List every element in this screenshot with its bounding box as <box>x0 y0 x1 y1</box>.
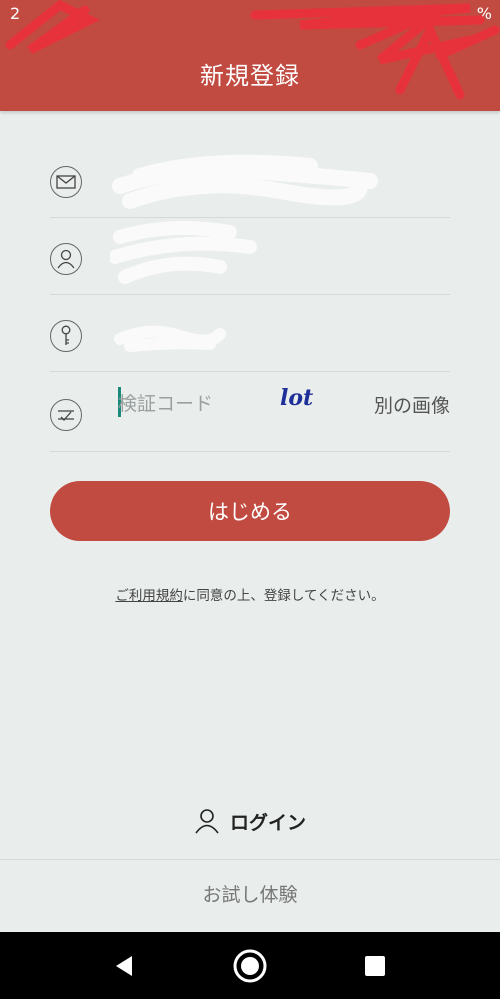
terms-agreement: ご利用規約に同意の上、登録してください。 <box>0 584 500 604</box>
key-icon <box>50 320 82 352</box>
email-field-row[interactable] <box>50 140 450 218</box>
recents-icon[interactable] <box>360 949 390 983</box>
person-icon <box>50 243 82 275</box>
terms-link[interactable]: ご利用規約 <box>115 588 183 604</box>
captcha-image[interactable]: lot <box>280 381 320 415</box>
captcha-icon <box>50 399 82 431</box>
login-button[interactable]: ログイン <box>0 800 500 842</box>
person-icon <box>195 809 219 834</box>
redacted-username-value <box>110 221 257 284</box>
trial-button[interactable]: お試し体験 <box>0 880 500 907</box>
terms-agreement-text: に同意の上、登録してください。 <box>182 588 385 604</box>
captcha-field-row: lot 別の画像 <box>50 371 450 452</box>
login-label: ログイン <box>229 811 306 834</box>
captcha-input[interactable] <box>118 389 238 419</box>
start-button[interactable]: はじめる <box>50 481 450 541</box>
refresh-captcha-link[interactable]: 別の画像 <box>374 391 450 418</box>
home-icon[interactable] <box>231 949 269 987</box>
navigation-bar <box>0 932 500 999</box>
back-icon[interactable] <box>110 949 138 983</box>
divider <box>0 859 500 860</box>
page-title: 新規登録 <box>200 62 300 90</box>
app-header: 2 % 新規登録 <box>0 0 500 111</box>
redacted-email-value <box>112 154 378 209</box>
mail-icon <box>50 166 82 198</box>
username-field-row[interactable] <box>50 217 450 295</box>
password-field-row[interactable] <box>50 294 450 372</box>
redacted-password-value <box>114 325 226 352</box>
